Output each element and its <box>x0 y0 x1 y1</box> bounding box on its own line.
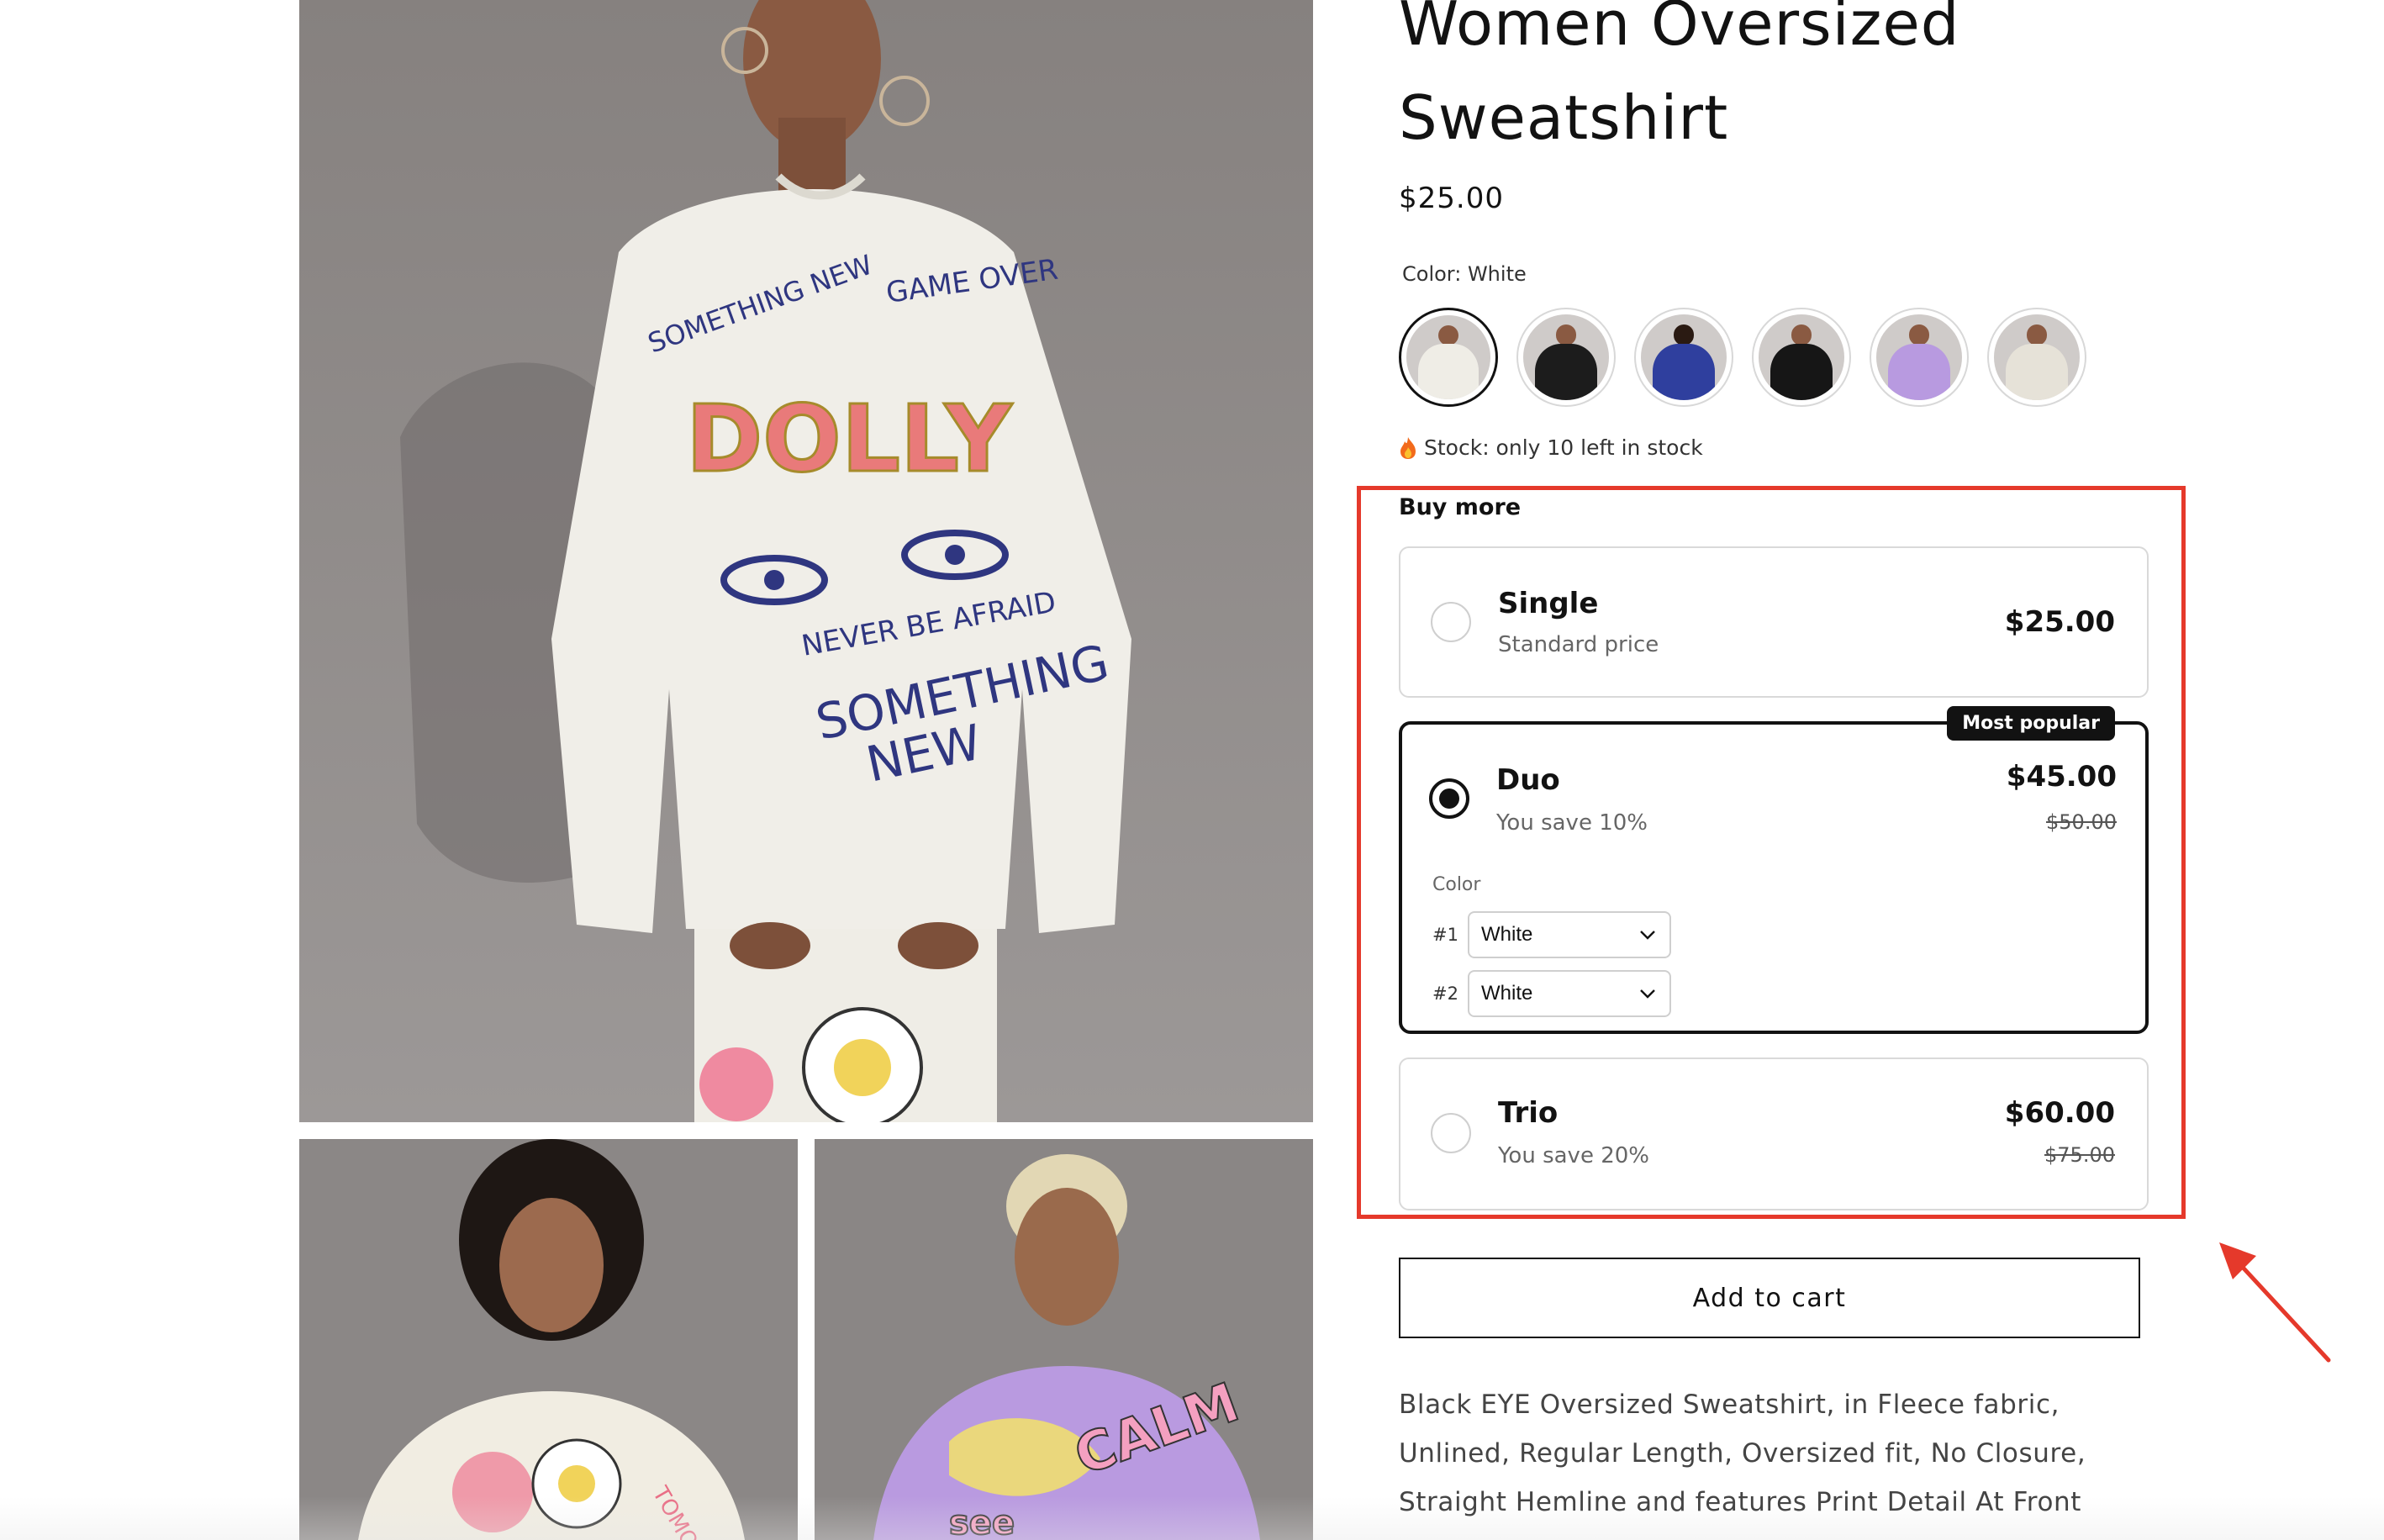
variant-number: #1 <box>1432 925 1458 945</box>
color-swatch-5[interactable] <box>1870 308 1969 407</box>
most-popular-badge: Most popular <box>1947 706 2115 741</box>
product-price: $25.00 <box>1399 182 1504 215</box>
variant-color-label: Color <box>1432 874 1481 895</box>
chevron-down-icon <box>1640 931 1655 940</box>
color-swatches <box>1399 308 2086 407</box>
option-price: $60.00 <box>2004 1096 2115 1130</box>
variant-color-select-1[interactable]: White <box>1468 911 1671 958</box>
product-title-line1: Women Oversized <box>1399 0 1960 59</box>
flame-icon <box>1400 436 1416 459</box>
product-description: Black EYE Oversized Sweatshirt, in Fleec… <box>1399 1390 2086 1517</box>
bundle-option-single[interactable]: Single Standard price $25.00 <box>1399 546 2149 698</box>
product-title-line2: Sweatshirt <box>1399 82 1729 153</box>
svg-text:see: see <box>949 1504 1015 1540</box>
annotation-arrow-icon <box>2219 1242 2331 1363</box>
select-value: White <box>1481 982 1533 1005</box>
color-swatch-6[interactable] <box>1987 308 2086 407</box>
variant-color-select-2[interactable]: White <box>1468 970 1671 1017</box>
option-name: Duo <box>1496 763 1560 797</box>
chevron-down-icon <box>1640 989 1655 999</box>
option-price: $45.00 <box>2006 760 2117 794</box>
option-compare-price: $50.00 <box>2046 810 2117 834</box>
product-image-main[interactable]: DOLLY NEVER BE AFRAID SOMETHING NEW GAME… <box>299 0 1313 1122</box>
bundle-option-trio[interactable]: Trio You save 20% $60.00 $75.00 <box>1399 1057 2149 1210</box>
option-compare-price: $75.00 <box>2044 1143 2115 1167</box>
option-price: $25.00 <box>2004 605 2115 639</box>
color-swatch-2[interactable] <box>1516 308 1616 407</box>
color-label: Color: White <box>1402 262 1527 286</box>
color-swatch-1[interactable] <box>1399 308 1498 407</box>
color-swatch-3[interactable] <box>1634 308 1733 407</box>
variant-row-1: #1 White <box>1432 911 1671 958</box>
stock-indicator: Stock: only 10 left in stock <box>1399 435 1703 460</box>
bundle-option-duo[interactable]: Most popular Duo You save 10% $45.00 $50… <box>1399 706 2149 1034</box>
variant-number: #2 <box>1432 984 1458 1004</box>
variant-row-2: #2 White <box>1432 970 1671 1017</box>
model-photo: CALM see <box>815 1139 1313 1540</box>
svg-text:DOLLY: DOLLY <box>686 385 1013 493</box>
option-name: Trio <box>1498 1096 1559 1130</box>
option-name: Single <box>1498 587 1599 620</box>
select-value: White <box>1481 923 1533 946</box>
color-swatch-4[interactable] <box>1752 308 1851 407</box>
radio-icon[interactable] <box>1431 1113 1471 1153</box>
add-to-cart-button[interactable]: Add to cart <box>1399 1258 2140 1338</box>
option-subtitle: You save 20% <box>1498 1143 1649 1168</box>
model-photo: DOLLY NEVER BE AFRAID SOMETHING NEW GAME… <box>299 0 1313 1122</box>
option-subtitle: You save 10% <box>1496 810 1648 836</box>
model-photo: TOMORROW <box>299 1139 798 1540</box>
product-image-2[interactable]: TOMORROW <box>299 1139 798 1540</box>
product-title: Women Oversized Sweatshirt <box>1399 0 2239 165</box>
stock-text: Stock: only 10 left in stock <box>1424 435 1703 460</box>
radio-icon[interactable] <box>1431 602 1471 642</box>
product-image-3[interactable]: CALM see <box>815 1139 1313 1540</box>
buy-more-heading: Buy more <box>1399 494 1522 520</box>
radio-icon[interactable] <box>1429 778 1469 819</box>
option-subtitle: Standard price <box>1498 632 1659 657</box>
